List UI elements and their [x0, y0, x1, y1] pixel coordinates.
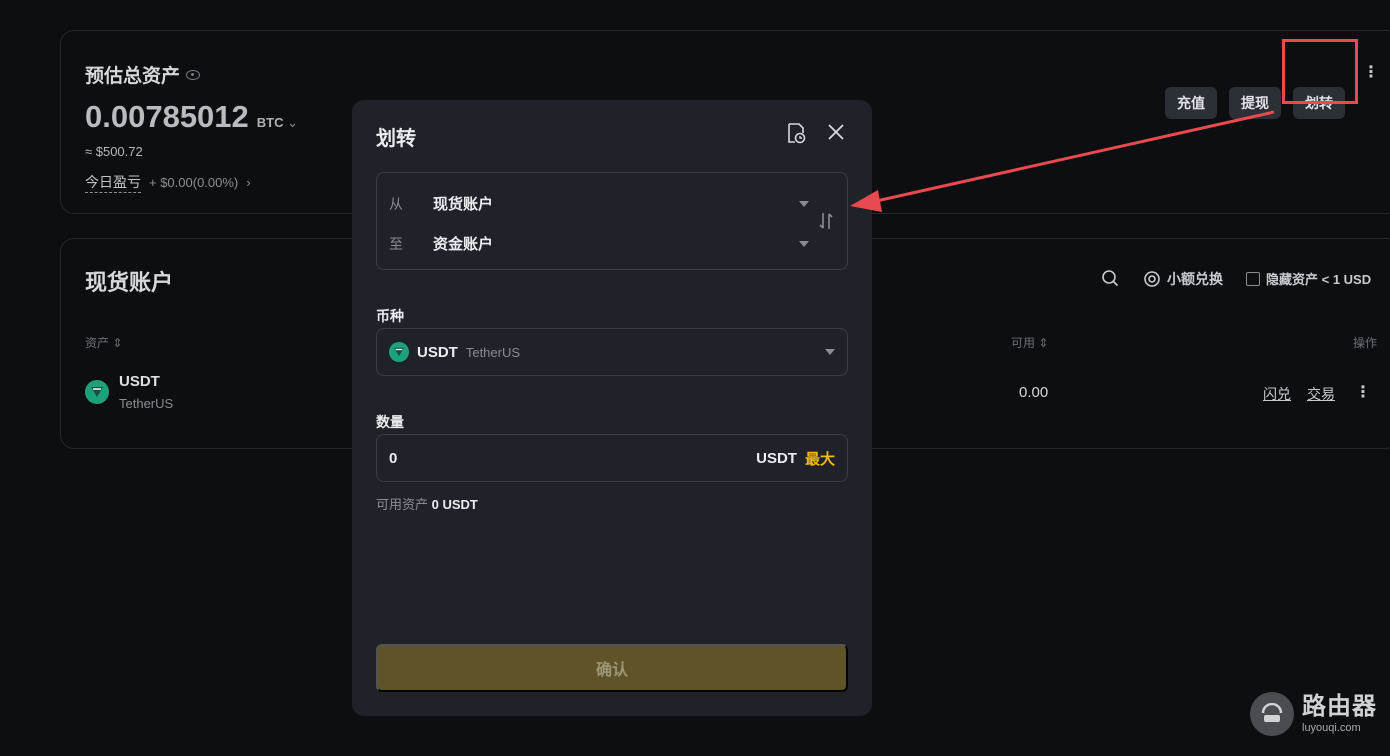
sort-icon: ⇕: [112, 336, 123, 350]
caret-down-icon: [799, 200, 809, 207]
available-balance-value: 0 USDT: [431, 497, 478, 512]
search-button[interactable]: [1101, 269, 1119, 287]
usdt-coin-icon: [389, 342, 409, 362]
deposit-button[interactable]: 充值: [1165, 87, 1217, 119]
total-assets-value-row: 0.00785012 BTC ⌄: [85, 99, 298, 135]
spot-account-title: 现货账户: [85, 270, 174, 295]
available-balance-label: 可用资产: [376, 497, 429, 512]
annotation-highlight-box: [1282, 39, 1358, 104]
total-assets-title: 预估总资产: [85, 66, 181, 87]
sort-icon: ⇕: [1038, 336, 1049, 350]
withdraw-button[interactable]: 提现: [1229, 87, 1281, 119]
from-label: 从: [389, 195, 403, 212]
transfer-modal: 划转 从 现货账户 至 资金账户 币种 USDT TetherUS 数量 0 U…: [352, 100, 872, 716]
swap-icon[interactable]: [817, 211, 835, 231]
usdt-coin-icon: [85, 380, 109, 404]
column-header-available-label: 可用: [1011, 336, 1036, 350]
amount-input[interactable]: [389, 449, 757, 467]
to-label: 至: [389, 235, 403, 252]
coin-label: 币种: [376, 308, 404, 324]
available-value: 0.00: [1019, 384, 1049, 401]
checkbox[interactable]: [1246, 271, 1260, 286]
small-convert-label: 小额兑换: [1167, 271, 1223, 287]
flash-convert-link[interactable]: 闪兑: [1263, 384, 1291, 404]
watermark: 路由器 luyouqi.com: [1250, 692, 1377, 736]
from-account: 现货账户: [433, 196, 494, 213]
chevron-down-icon: ⌄: [287, 115, 299, 130]
column-header-available[interactable]: 可用 ⇕: [1011, 334, 1048, 351]
confirm-button[interactable]: 确认: [376, 644, 848, 692]
total-assets-heading: 预估总资产: [85, 61, 201, 88]
chevron-right-icon: ›: [246, 175, 251, 190]
to-account: 资金账户: [433, 236, 494, 253]
today-pnl-label: 今日盈亏: [85, 172, 141, 193]
today-pnl[interactable]: 今日盈亏 + $0.00(0.00%) ›: [85, 172, 251, 193]
search-icon: [1102, 270, 1119, 287]
history-icon[interactable]: [786, 122, 806, 144]
row-more-icon[interactable]: ⋮: [1355, 385, 1371, 401]
today-pnl-value: + $0.00(0.00%): [149, 175, 239, 190]
column-header-asset[interactable]: 资产 ⇕: [85, 334, 122, 351]
hide-small-assets-label: 隐藏资产 < 1 USD: [1266, 272, 1372, 287]
table-row: USDT TetherUS: [85, 373, 173, 411]
small-convert-button[interactable]: 小额兑换: [1143, 269, 1223, 289]
caret-down-icon: [825, 349, 835, 355]
eye-icon[interactable]: [186, 69, 201, 80]
coin-symbol: USDT: [119, 373, 160, 390]
coin-name: TetherUS: [465, 344, 521, 360]
transfer-route: 从 现货账户 至 资金账户: [376, 172, 848, 270]
caret-down-icon: [799, 240, 809, 247]
close-icon[interactable]: [826, 122, 846, 142]
total-assets-usd: ≈ $500.72: [85, 144, 143, 159]
modal-title: 划转: [376, 128, 416, 150]
amount-unit: USDT: [756, 449, 797, 467]
amount-label: 数量: [376, 414, 404, 430]
coin-symbol: USDT: [417, 343, 458, 361]
to-account-select[interactable]: 至 资金账户: [389, 233, 809, 254]
more-vertical-icon[interactable]: ⋮: [1363, 65, 1379, 81]
coin-name: TetherUS: [119, 396, 174, 411]
watermark-title: 路由器: [1302, 692, 1377, 720]
max-button[interactable]: 最大: [805, 448, 835, 469]
column-header-action: 操作: [1353, 336, 1378, 350]
amount-field: USDT 最大: [376, 434, 848, 482]
convert-icon: [1144, 271, 1160, 287]
total-assets-value: 0.00785012: [85, 99, 249, 134]
currency-unit: BTC: [256, 115, 284, 130]
coin-select[interactable]: USDT TetherUS: [376, 328, 848, 376]
from-account-select[interactable]: 从 现货账户: [389, 193, 809, 214]
router-logo-icon: [1250, 692, 1294, 736]
column-header-asset-label: 资产: [85, 336, 110, 350]
available-balance: 可用资产 0 USDT: [376, 494, 478, 513]
trade-link[interactable]: 交易: [1307, 384, 1335, 404]
hide-small-assets-toggle[interactable]: 隐藏资产 < 1 USD: [1246, 269, 1371, 288]
currency-unit-selector[interactable]: BTC ⌄: [257, 115, 298, 131]
watermark-sub: luyouqi.com: [1302, 721, 1361, 734]
